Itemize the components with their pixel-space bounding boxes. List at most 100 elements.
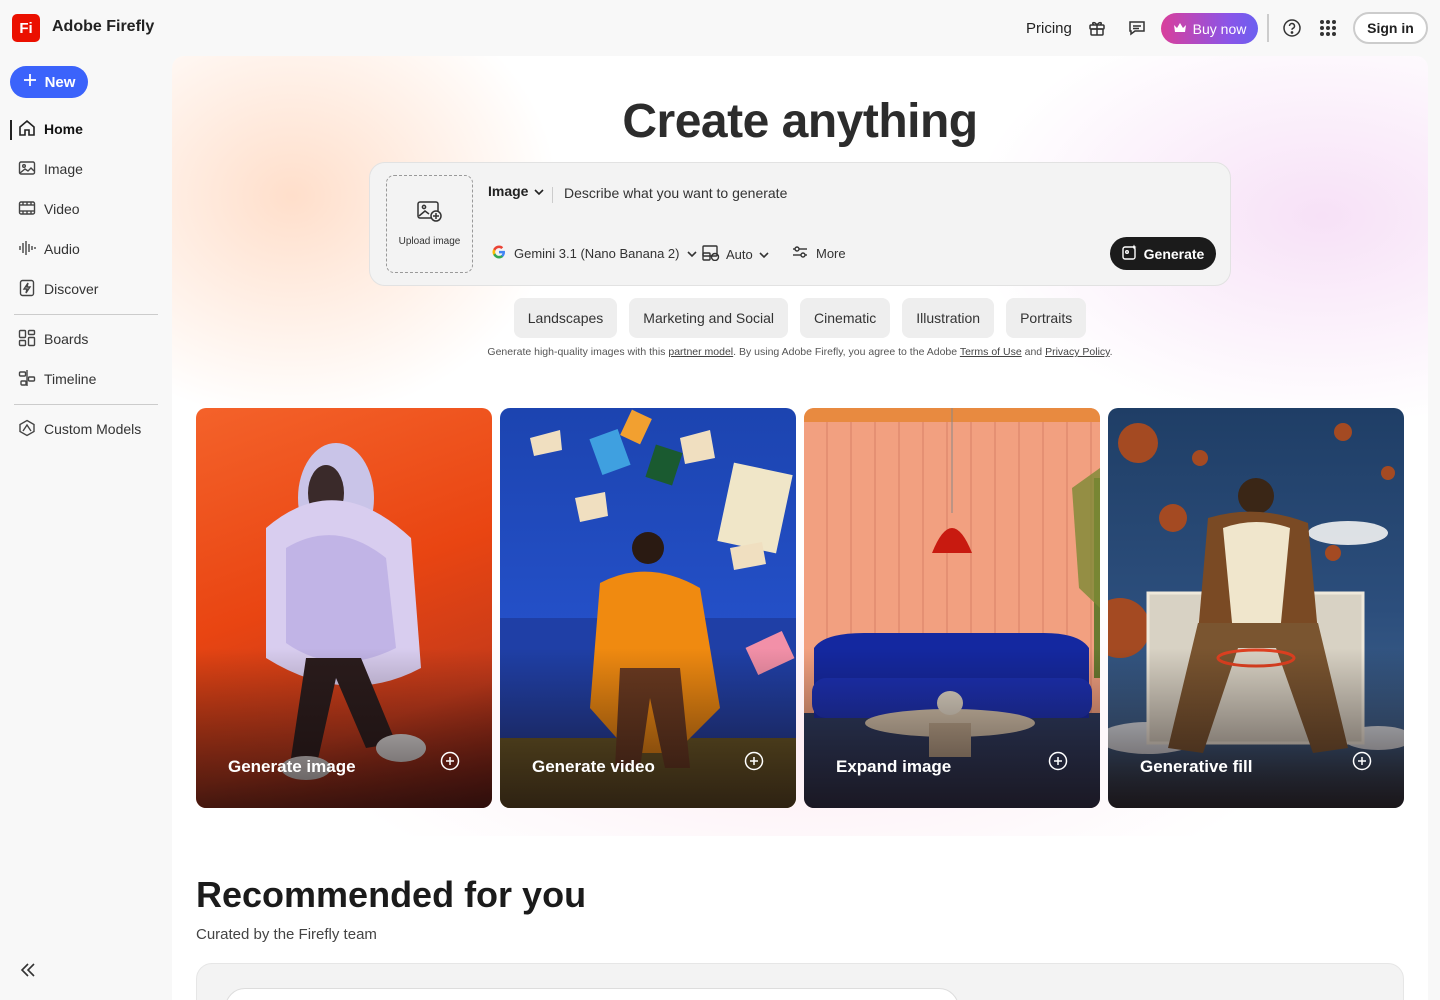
- chevron-down-icon: [534, 183, 545, 199]
- terms-of-use-link[interactable]: Terms of Use: [960, 346, 1022, 358]
- card-shade: [804, 648, 1100, 808]
- active-nav-indicator: [10, 120, 12, 140]
- chevron-down-icon: [687, 246, 698, 261]
- card-generate-image[interactable]: Generate image: [196, 408, 492, 808]
- sidebar-item-image[interactable]: Image: [18, 155, 83, 183]
- apps-grid-icon[interactable]: [1316, 16, 1340, 40]
- model-dropdown[interactable]: Gemini 3.1 (Nano Banana 2): [492, 245, 698, 262]
- card-expand-image[interactable]: Expand image: [804, 408, 1100, 808]
- card-label: Expand image: [836, 757, 952, 776]
- recommended-title: Recommended for you: [196, 874, 587, 915]
- legal-text: . By using Adobe Firefly, you agree to t…: [733, 346, 960, 358]
- plus-icon: [23, 73, 37, 91]
- aspect-ratio-label: Auto: [726, 247, 753, 262]
- crown-icon: [1173, 21, 1187, 37]
- chip-cinematic[interactable]: Cinematic: [800, 298, 891, 338]
- chip-portraits[interactable]: Portraits: [1006, 298, 1087, 338]
- mode-dropdown[interactable]: Image: [488, 183, 545, 199]
- legal-notice: Generate high-quality images with this p…: [172, 346, 1428, 358]
- collapse-sidebar-icon[interactable]: [18, 960, 38, 985]
- top-bar: Fi Adobe Firefly Pricing Buy now Sign in: [0, 0, 1440, 56]
- chip-marketing-social[interactable]: Marketing and Social: [629, 298, 789, 338]
- buy-now-button[interactable]: Buy now: [1161, 13, 1258, 44]
- sidebar-item-label: Video: [44, 201, 80, 217]
- generate-label: Generate: [1143, 245, 1205, 262]
- partner-model-link[interactable]: partner model: [668, 346, 733, 358]
- sidebar-item-label: Timeline: [44, 371, 97, 387]
- main-content: Create anything Upload image Image Gemin…: [172, 56, 1428, 1000]
- card-shade: [196, 648, 492, 808]
- aspect-ratio-icon: [702, 245, 720, 264]
- feature-cards: Generate image Generate video Expand ima…: [196, 408, 1404, 808]
- chip-landscapes[interactable]: Landscapes: [513, 298, 618, 338]
- sign-in-button[interactable]: Sign in: [1353, 12, 1428, 44]
- mode-label: Image: [488, 183, 529, 199]
- audio-icon: [18, 239, 36, 260]
- upload-image-button[interactable]: Upload image: [386, 175, 473, 273]
- sidebar-item-boards[interactable]: Boards: [18, 325, 88, 353]
- pricing-link[interactable]: Pricing: [1026, 20, 1072, 37]
- topbar-divider: [1267, 14, 1269, 42]
- upload-image-label: Upload image: [398, 236, 461, 247]
- logo-text: Fi: [19, 19, 33, 37]
- prompt-separator: [552, 187, 553, 203]
- chip-illustration[interactable]: Illustration: [902, 298, 995, 338]
- card-shade: [1108, 648, 1404, 808]
- buy-now-label: Buy now: [1192, 20, 1247, 37]
- generate-sparkle-icon: [1121, 244, 1138, 263]
- model-label: Gemini 3.1 (Nano Banana 2): [514, 246, 680, 261]
- sidebar-item-custom-models[interactable]: Custom Models: [18, 415, 141, 443]
- discover-icon: [18, 279, 36, 300]
- generate-button[interactable]: Generate: [1110, 237, 1216, 270]
- recommended-filter-bar[interactable]: [225, 988, 959, 1000]
- sidebar-item-label: Audio: [44, 241, 80, 257]
- more-label: More: [816, 246, 846, 261]
- image-icon: [18, 159, 36, 180]
- google-icon: [492, 245, 506, 262]
- sidebar-item-audio[interactable]: Audio: [18, 235, 80, 263]
- custom-models-icon: [18, 419, 36, 440]
- video-icon: [18, 199, 36, 220]
- add-circle-icon[interactable]: [1352, 751, 1372, 776]
- sidebar: New Home Image Video Audio Discover Boar…: [0, 56, 172, 1000]
- sidebar-item-label: Boards: [44, 331, 89, 347]
- chevron-down-icon: [759, 247, 769, 262]
- legal-text: Generate high-quality images with this: [487, 346, 669, 358]
- recommended-panel: [196, 963, 1404, 1000]
- sidebar-item-label: Discover: [44, 281, 99, 297]
- app-title[interactable]: Adobe Firefly: [52, 18, 154, 36]
- boards-icon: [18, 329, 36, 350]
- gift-icon[interactable]: [1085, 16, 1109, 40]
- card-generate-video[interactable]: Generate video: [500, 408, 796, 808]
- adobe-firefly-logo[interactable]: Fi: [12, 14, 40, 42]
- aspect-ratio-dropdown[interactable]: Auto: [702, 245, 769, 264]
- privacy-policy-link[interactable]: Privacy Policy: [1045, 346, 1110, 358]
- help-icon[interactable]: [1280, 16, 1304, 40]
- home-icon: [18, 119, 36, 140]
- add-circle-icon[interactable]: [1048, 751, 1068, 776]
- sidebar-item-timeline[interactable]: Timeline: [18, 365, 96, 393]
- more-settings-button[interactable]: More: [792, 245, 846, 262]
- sidebar-item-home[interactable]: Home: [18, 115, 83, 143]
- add-circle-icon[interactable]: [440, 751, 460, 776]
- add-circle-icon[interactable]: [744, 751, 764, 776]
- legal-text: and: [1021, 346, 1046, 358]
- legal-text: .: [1109, 346, 1113, 358]
- card-label: Generative fill: [1140, 757, 1253, 776]
- sidebar-divider: [14, 314, 158, 315]
- card-generative-fill[interactable]: Generative fill: [1108, 408, 1404, 808]
- recommended-subtitle: Curated by the Firefly team: [196, 926, 377, 943]
- prompt-input[interactable]: [560, 183, 1160, 203]
- card-label: Generate image: [228, 757, 356, 776]
- new-button-label: New: [44, 73, 76, 91]
- sidebar-divider: [14, 404, 158, 405]
- sidebar-item-video[interactable]: Video: [18, 195, 80, 223]
- sidebar-item-label: Image: [44, 161, 83, 177]
- card-label: Generate video: [532, 757, 655, 776]
- page-title: Create anything: [622, 95, 978, 148]
- prompt-panel: Upload image Image Gemini 3.1 (Nano Bana…: [369, 162, 1231, 286]
- feedback-icon[interactable]: [1125, 16, 1149, 40]
- sidebar-item-label: Home: [44, 121, 83, 137]
- sidebar-item-discover[interactable]: Discover: [18, 275, 98, 303]
- new-button[interactable]: New: [10, 66, 88, 98]
